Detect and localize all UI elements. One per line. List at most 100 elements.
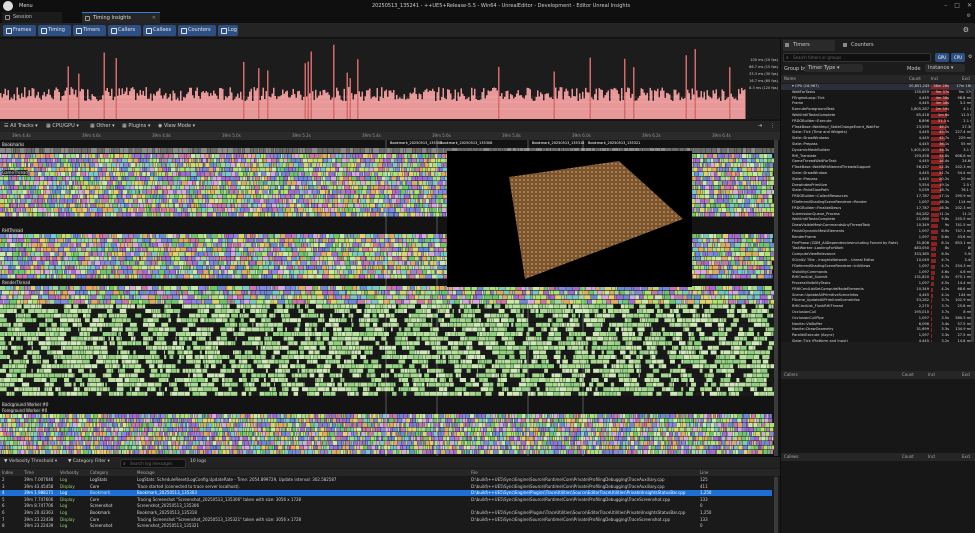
timing-event	[236, 181, 238, 185]
timing-event	[108, 199, 111, 203]
timing-event	[199, 167, 203, 172]
timing-event	[237, 203, 242, 208]
menu-button[interactable]: Menu	[19, 3, 33, 9]
timing-event	[428, 185, 430, 190]
timing-button[interactable]: Timing	[38, 25, 71, 36]
view-mode-menu[interactable]: ◉ View Mode ▾	[158, 123, 195, 129]
timing-event	[420, 190, 424, 194]
timing-event	[714, 172, 717, 176]
timing-event	[322, 172, 324, 176]
tab-options-icon[interactable]: ⚙	[967, 13, 971, 19]
timing-event	[392, 203, 395, 208]
timing-event	[104, 148, 110, 153]
timing-event	[302, 194, 305, 199]
timing-event	[40, 243, 42, 247]
timing-event	[320, 234, 323, 238]
tab-timing-insights[interactable]: Timing Insights ✕	[82, 12, 160, 23]
frame-bar	[328, 94, 330, 119]
timing-event	[767, 234, 770, 238]
frame-bar	[22, 97, 24, 119]
timing-event	[79, 154, 82, 158]
timing-event	[251, 194, 254, 199]
frame-bar	[643, 92, 645, 119]
timing-event	[175, 247, 180, 252]
timing-event	[247, 172, 250, 176]
timing-event	[68, 181, 73, 185]
timing-event	[274, 181, 280, 185]
frame-bar	[85, 100, 87, 119]
timing-event	[389, 185, 392, 190]
timing-event	[110, 154, 114, 158]
timing-event	[263, 234, 268, 238]
timing-event	[352, 212, 354, 217]
log-button[interactable]: Log	[218, 25, 238, 36]
timing-event	[276, 185, 278, 190]
timing-event	[77, 194, 80, 199]
timing-event	[746, 181, 751, 185]
cpu-gpu-menu[interactable]: ▦ CPU/GPU ▾	[46, 123, 79, 129]
timing-event	[135, 163, 137, 167]
timing-event	[123, 185, 125, 190]
timing-event	[270, 247, 273, 252]
frame-bar	[474, 88, 476, 119]
all-tracks-menu[interactable]: ☰ All Tracks ▾	[4, 123, 38, 129]
timing-event	[764, 203, 770, 208]
frame-bar	[516, 93, 518, 119]
timing-settings-icon[interactable]: ⋮	[770, 123, 775, 129]
timing-event	[337, 208, 340, 212]
timing-event	[174, 203, 179, 208]
tab-session[interactable]: Session	[2, 12, 62, 23]
timing-event	[723, 199, 728, 203]
timing-event	[20, 208, 23, 212]
timing-event	[66, 208, 69, 212]
frame-bar	[295, 97, 297, 119]
timing-event	[298, 185, 303, 190]
timing-event	[92, 252, 98, 256]
minimize-icon[interactable]: –	[944, 2, 947, 9]
timing-event	[303, 176, 308, 181]
timing-event	[130, 252, 135, 256]
timing-event	[314, 203, 317, 208]
timing-event	[279, 163, 282, 167]
timing-event	[116, 234, 123, 238]
timing-event	[173, 154, 179, 158]
timing-event	[57, 199, 60, 203]
timing-event	[271, 203, 277, 208]
other-menu[interactable]: ▦ Other ▾	[90, 123, 115, 129]
timing-event	[211, 252, 213, 256]
callers-button[interactable]: Callers	[108, 25, 141, 36]
maximize-icon[interactable]: □	[954, 2, 960, 9]
timing-event	[258, 158, 262, 163]
timers-button[interactable]: Timers	[73, 25, 106, 36]
timing-event	[5, 252, 7, 256]
time-ruler[interactable]: 39m 4.4s 39m 4.6s 39m 4.8s 39m 5.0s 39m 5.2s…	[0, 132, 780, 140]
timing-event	[210, 176, 212, 181]
frames-button[interactable]: Frames	[3, 25, 36, 36]
timing-event	[248, 238, 254, 243]
timing-event	[318, 243, 320, 247]
timing-event	[6, 234, 9, 238]
frame-bar	[654, 90, 656, 119]
timing-event	[205, 185, 211, 190]
timing-event	[734, 148, 737, 153]
frame-bar	[232, 100, 234, 119]
frames-track[interactable]: 100 ms (10 fps) 66.7 ms (15 fps) 33.3 ms…	[0, 39, 780, 119]
timing-event	[383, 190, 387, 194]
timing-event	[80, 234, 83, 238]
timing-event	[38, 163, 43, 167]
callees-button[interactable]: Callees	[143, 25, 176, 36]
timing-event	[382, 203, 386, 208]
close-icon[interactable]: ✕	[967, 2, 972, 9]
timing-event	[247, 176, 250, 181]
timing-event	[12, 158, 16, 163]
frame-bar	[207, 92, 209, 119]
frame-bar	[742, 90, 744, 119]
timing-event	[443, 163, 447, 167]
counters-button[interactable]: Counters	[178, 25, 216, 36]
timing-event	[169, 208, 175, 212]
settings-gear-icon[interactable]: ⚙	[963, 26, 969, 34]
timing-event	[62, 176, 66, 181]
timing-event	[237, 181, 241, 185]
plugins-menu[interactable]: ▦ Plugins ▾	[122, 123, 150, 129]
auto-scroll-icon[interactable]: ⇥	[758, 123, 762, 129]
